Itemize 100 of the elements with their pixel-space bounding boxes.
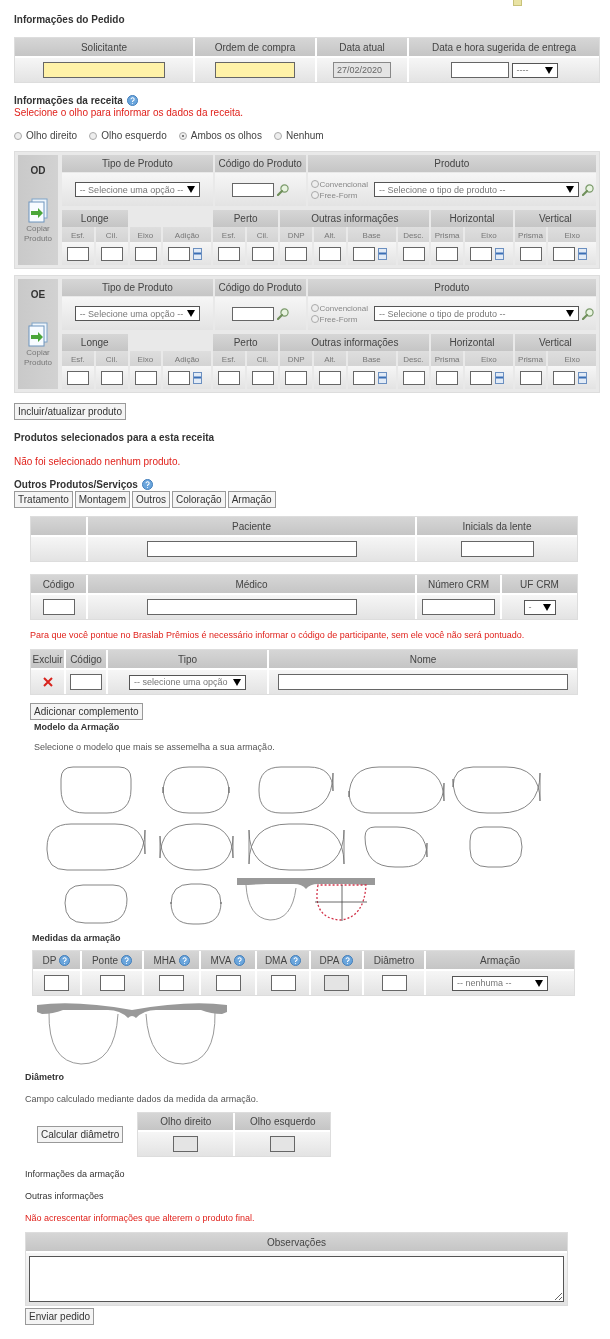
list-icon[interactable] — [495, 371, 504, 384]
radio-button[interactable] — [310, 180, 319, 188]
search-icon[interactable] — [582, 183, 594, 196]
text-field[interactable] — [134, 246, 157, 261]
copy-product-link[interactable]: Copiar Produto — [23, 224, 53, 245]
text-field[interactable] — [519, 246, 542, 261]
list-icon[interactable] — [193, 371, 203, 384]
help-icon[interactable] — [290, 954, 302, 966]
radio-button[interactable] — [310, 191, 319, 199]
action-button[interactable]: Armação — [227, 491, 276, 508]
radio-label[interactable]: Convencional — [319, 303, 368, 313]
frame-shape-icon[interactable] — [364, 825, 428, 868]
text-field[interactable] — [352, 370, 375, 385]
radio-button[interactable] — [310, 315, 319, 323]
select-field[interactable]: -- Selecione uma opção -- — [74, 306, 201, 321]
text-field[interactable] — [146, 541, 357, 557]
text-field[interactable] — [450, 62, 509, 78]
copy-document-icon[interactable] — [27, 322, 49, 348]
text-field[interactable] — [67, 246, 89, 261]
action-button[interactable]: Montagem — [74, 491, 130, 508]
list-icon[interactable] — [495, 247, 504, 260]
text-field[interactable] — [553, 246, 576, 261]
frame-shape-icon[interactable] — [451, 765, 541, 814]
select-field[interactable]: -- selecione uma opção — [129, 674, 246, 690]
copy-document-icon[interactable] — [27, 198, 49, 224]
text-field[interactable] — [146, 599, 357, 615]
text-field[interactable] — [270, 975, 296, 991]
list-icon[interactable] — [578, 371, 588, 384]
radio-button[interactable] — [89, 131, 98, 140]
help-icon[interactable] — [121, 954, 133, 966]
text-field[interactable] — [319, 370, 342, 385]
radio-button[interactable] — [310, 304, 319, 312]
search-icon[interactable] — [276, 307, 289, 320]
radio-button[interactable] — [178, 131, 187, 140]
action-button[interactable]: Incluir/atualizar produto — [14, 403, 126, 420]
text-field[interactable] — [215, 975, 241, 991]
text-field[interactable] — [217, 370, 240, 385]
select-field[interactable]: -- Selecione o tipo de produto -- — [374, 182, 579, 197]
text-field[interactable] — [270, 1136, 296, 1152]
text-field[interactable] — [251, 246, 274, 261]
select-field[interactable]: -- Selecione uma opção -- — [74, 182, 201, 197]
select-field[interactable]: -- nenhuma -- — [452, 975, 548, 991]
frame-shape-icon[interactable] — [247, 822, 345, 871]
select-field[interactable]: - — [523, 599, 556, 615]
text-field[interactable] — [470, 370, 492, 385]
search-icon[interactable] — [276, 183, 289, 196]
text-field[interactable] — [67, 370, 89, 385]
text-field[interactable] — [100, 370, 123, 385]
text-field[interactable] — [352, 246, 375, 261]
help-icon[interactable] — [234, 954, 246, 966]
frame-shape-icon[interactable] — [162, 765, 230, 814]
delete-icon[interactable] — [42, 677, 53, 687]
frame-shape-icon[interactable] — [158, 822, 234, 871]
text-field[interactable] — [134, 370, 157, 385]
text-field[interactable] — [231, 182, 274, 197]
copy-product-link[interactable]: Copiar Produto — [23, 348, 53, 369]
text-field[interactable] — [436, 246, 459, 261]
text-field[interactable] — [231, 306, 274, 321]
text-field[interactable] — [285, 370, 308, 385]
radio-label[interactable]: Convencional — [319, 179, 368, 189]
search-icon[interactable] — [582, 307, 594, 320]
action-button[interactable]: Tratamento — [14, 491, 73, 508]
radio-button[interactable] — [273, 131, 282, 140]
radio-label[interactable]: Nenhum — [285, 130, 324, 141]
text-field[interactable] — [436, 370, 459, 385]
frame-shape-icon[interactable] — [170, 882, 222, 925]
help-icon[interactable] — [178, 954, 190, 966]
action-button[interactable]: Outros — [132, 491, 171, 508]
text-field[interactable] — [519, 370, 542, 385]
radio-label[interactable]: Free-Form — [319, 314, 358, 324]
list-icon[interactable] — [578, 247, 588, 260]
radio-label[interactable]: Free-Form — [319, 190, 358, 200]
radio-label[interactable]: Ambos os olhos — [190, 130, 262, 141]
help-icon[interactable] — [59, 954, 71, 966]
text-field[interactable] — [381, 975, 407, 991]
text-field[interactable] — [278, 674, 568, 690]
radio-button[interactable] — [14, 131, 22, 140]
action-button[interactable]: Calcular diâmetro — [37, 1126, 124, 1143]
text-field[interactable] — [251, 370, 274, 385]
text-field[interactable] — [217, 246, 240, 261]
list-icon[interactable] — [193, 247, 203, 260]
text-field[interactable] — [460, 541, 534, 557]
text-field[interactable] — [402, 370, 425, 385]
radio-label[interactable]: Olho esquerdo — [101, 130, 167, 141]
select-field[interactable]: -- Selecione o tipo de produto -- — [374, 306, 579, 321]
text-field[interactable] — [99, 975, 125, 991]
text-field[interactable] — [402, 246, 425, 261]
text-field[interactable] — [168, 246, 191, 261]
action-button[interactable]: Adicionar complemento — [30, 703, 143, 720]
action-button[interactable]: Enviar pedido — [25, 1308, 95, 1325]
list-icon[interactable] — [377, 371, 387, 384]
select-field[interactable]: ---- — [511, 62, 558, 78]
action-button[interactable]: Coloração — [172, 491, 226, 508]
frame-shape-icon[interactable] — [469, 825, 523, 868]
list-icon[interactable] — [377, 247, 387, 260]
text-field[interactable] — [44, 975, 69, 991]
help-icon[interactable] — [141, 479, 153, 490]
text-field[interactable] — [43, 62, 165, 78]
text-field[interactable] — [422, 599, 495, 615]
text-field[interactable] — [42, 599, 75, 615]
